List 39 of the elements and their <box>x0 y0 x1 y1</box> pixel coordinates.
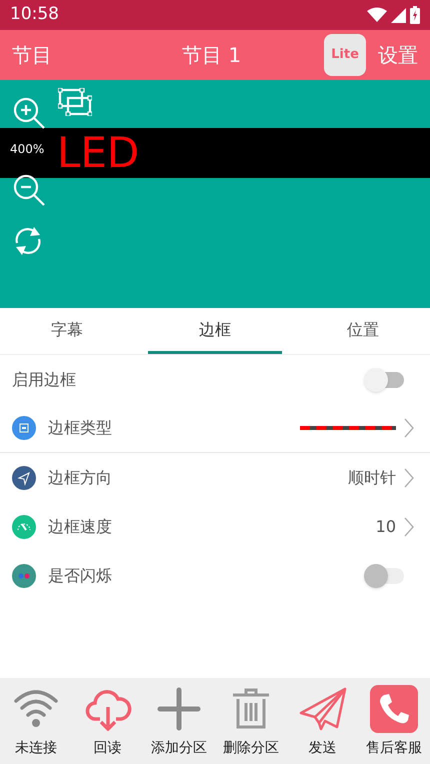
nav-button[interactable]: 添加分区 <box>143 684 216 759</box>
nav-button[interactable]: 删除分区 <box>215 684 287 759</box>
plus-icon <box>155 687 204 731</box>
chevron-right-icon[interactable] <box>404 418 414 438</box>
nav-button[interactable]: 发送 <box>286 684 358 759</box>
speedometer-icon <box>12 514 36 538</box>
header-title: 节目 1 <box>182 42 242 69</box>
wifi-icon <box>367 7 387 23</box>
zoom-level: 400% <box>10 141 44 158</box>
chevron-right-icon[interactable] <box>404 468 414 488</box>
nav-button[interactable]: 回读 <box>72 684 144 759</box>
nav-button[interactable]: 售后客服 <box>358 684 430 759</box>
setting-label: 边框方向 <box>48 466 113 488</box>
paper-plane-icon <box>298 687 347 731</box>
setting-label: 启用边框 <box>12 368 77 390</box>
tab[interactable]: 位置 <box>296 308 430 354</box>
setting-value: 10 <box>376 516 396 538</box>
signal-icon <box>391 8 406 22</box>
chevron-right-icon[interactable] <box>404 516 414 536</box>
led-text: LED <box>57 132 140 174</box>
trash-icon <box>230 687 271 731</box>
nav-button[interactable]: 未连接 <box>0 684 72 759</box>
tab[interactable]: 边框 <box>148 308 282 354</box>
lite-badge: Lite <box>324 34 366 76</box>
battery-icon <box>410 6 420 24</box>
phone-icon <box>370 685 418 733</box>
status-time: 10:58 <box>10 3 59 26</box>
tab[interactable]: 字幕 <box>0 308 134 354</box>
setting-label: 边框类型 <box>48 417 113 439</box>
setting-label: 是否闪烁 <box>48 564 113 586</box>
zoom-in-icon[interactable] <box>12 96 46 130</box>
setting-label: 边框速度 <box>48 516 113 538</box>
frame-icon <box>12 416 36 440</box>
two-dots-icon <box>12 564 36 588</box>
toggle-switch[interactable] <box>364 368 404 392</box>
setting-value: 顺时针 <box>348 466 396 488</box>
selection-frame-icon[interactable] <box>58 88 92 116</box>
cloud-download-icon <box>84 687 132 731</box>
zoom-out-icon[interactable] <box>12 173 46 207</box>
